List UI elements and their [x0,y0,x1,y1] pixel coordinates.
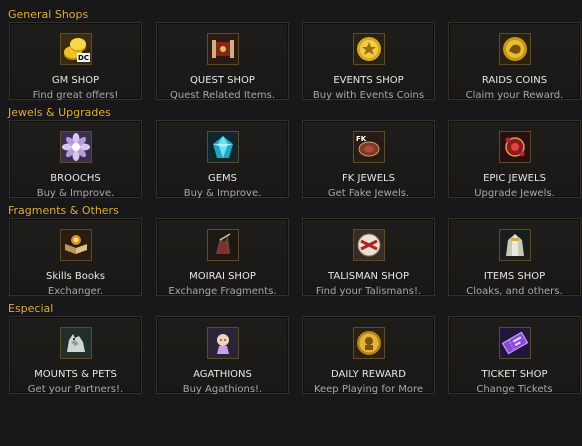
shop-tile-events-shop[interactable]: EVENTS SHOP Buy with Events Coins [302,22,435,101]
tile-name: Skills Books [46,271,105,282]
tile-name: GM SHOP [51,75,100,86]
daily-reward-coin-icon [352,327,385,359]
agathion-icon [206,327,239,359]
shop-tile-broochs[interactable]: BROOCHS Buy & Improve. [9,120,142,199]
epic-jewel-icon [498,131,531,163]
section-title-general-shops: General Shops [8,8,89,21]
tile-desc: Exchange Fragments. [168,286,277,297]
shop-tile-agathions[interactable]: AGATHIONS Buy Agathions!. [156,316,289,395]
quest-scroll-icon [206,33,239,65]
tile-name: TICKET SHOP [481,369,548,380]
tile-name: MOUNTS & PETS [34,369,117,380]
tile-name: BROOCHS [50,173,101,184]
tile-desc: Claim your Reward. [465,90,564,101]
event-coin-icon [352,33,385,65]
shop-tile-epic-jewels[interactable]: EPIC JEWELS Upgrade Jewels. [448,120,581,199]
shop-tile-daily-reward[interactable]: DAILY REWARD Keep Playing for More [302,316,435,395]
tile-desc: Quest Related Items. [170,90,275,101]
ticket-icon [498,327,531,359]
section-title-especial: Especial [8,302,54,315]
spellbook-icon [59,229,92,261]
tile-name: EVENTS SHOP [333,75,404,86]
tile-name: AGATHIONS [193,369,252,380]
tile-name: RAIDS COINS [481,75,548,86]
section-title-jewels-upgrades: Jewels & Upgrades [8,106,111,119]
fake-jewel-icon: FK [352,131,385,163]
tile-desc: Buy with Events Coins [312,90,425,101]
mount-wolf-icon [59,327,92,359]
tile-name: MOIRAI SHOP [189,271,256,282]
section-title-fragments-others: Fragments & Others [8,204,119,217]
tile-name: ITEMS SHOP [483,271,546,282]
tile-name: EPIC JEWELS [483,173,546,184]
shop-tile-gm-shop[interactable]: DC GM SHOP Find great offers! [9,22,142,101]
tile-desc: Buy & Improve. [183,188,262,199]
shop-tile-mounts-pets[interactable]: MOUNTS & PETS Get your Partners!. [9,316,142,395]
shop-tile-ticket-shop[interactable]: TICKET SHOP Change Tickets [448,316,581,395]
tile-desc: Keep Playing for More [313,384,424,395]
gm-coins-icon: DC [59,33,92,65]
tile-desc: Cloaks, and others. [466,286,563,297]
tile-name: FK JEWELS [342,173,395,184]
cloak-icon [498,229,531,261]
gem-icon [206,131,239,163]
shop-tile-raids-coins[interactable]: RAIDS COINS Claim your Reward. [448,22,581,101]
moirai-armor-icon [206,229,239,261]
tile-desc: Exchanger. [47,286,104,297]
tile-desc: Upgrade Jewels. [474,188,555,199]
tile-name: TALISMAN SHOP [328,271,409,282]
shop-tile-items-shop[interactable]: ITEMS SHOP Cloaks, and others. [448,218,581,297]
shop-tile-talisman-shop[interactable]: TALISMAN SHOP Find your Talismans!. [302,218,435,297]
svg-text:DC: DC [78,54,89,62]
shop-tile-moirai-shop[interactable]: MOIRAI SHOP Exchange Fragments. [156,218,289,297]
tile-desc: Buy Agathions!. [182,384,263,395]
tile-desc: Find great offers! [32,90,119,101]
tile-desc: Find your Talismans!. [315,286,422,297]
tile-name: QUEST SHOP [190,75,255,86]
shop-tile-quest-shop[interactable]: QUEST SHOP Quest Related Items. [156,22,289,101]
shop-tile-skills-books[interactable]: Skills Books Exchanger. [9,218,142,297]
raid-coin-icon [498,33,531,65]
shop-tile-fk-jewels[interactable]: FK FK JEWELS Get Fake Jewels. [302,120,435,199]
tile-name: GEMS [207,173,238,184]
tile-desc: Get your Partners!. [27,384,124,395]
shop-tile-gems[interactable]: GEMS Buy & Improve. [156,120,289,199]
tile-desc: Buy & Improve. [36,188,115,199]
brooch-icon [59,131,92,163]
tile-name: DAILY REWARD [331,369,406,380]
talisman-icon [352,229,385,261]
tile-desc: Get Fake Jewels. [327,188,410,199]
fk-badge: FK [356,135,367,143]
tile-desc: Change Tickets [476,384,553,395]
